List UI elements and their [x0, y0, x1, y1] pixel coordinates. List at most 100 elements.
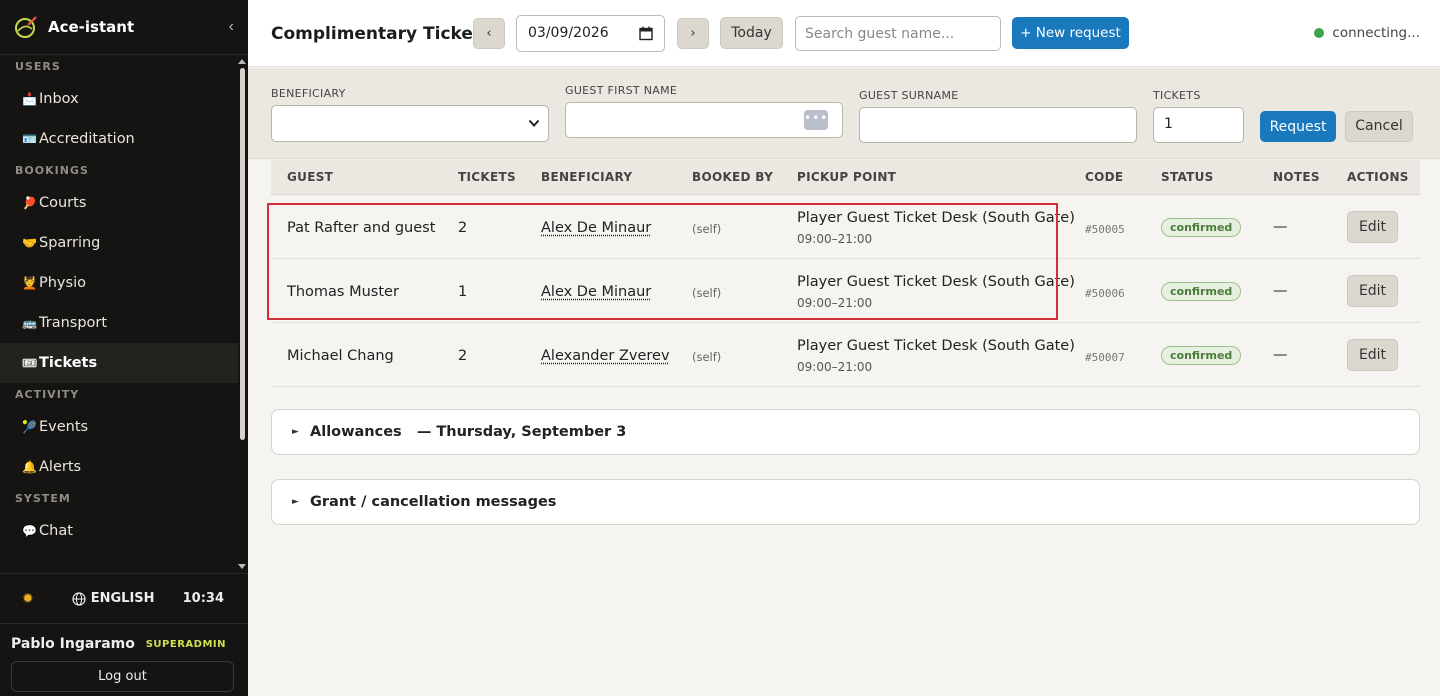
section-activity: ACTIVITY — [15, 388, 80, 401]
guest-first-name-input[interactable]: ••• — [565, 102, 843, 138]
language-selector[interactable]: ENGLISH — [72, 591, 155, 606]
calendar-icon[interactable] — [639, 26, 653, 41]
sidebar-item-transport[interactable]: 🚌 Transport — [0, 303, 238, 343]
scroll-up-icon[interactable] — [238, 59, 246, 64]
ticket-icon: 🎟 — [21, 356, 38, 370]
guest-search-input[interactable] — [795, 16, 1001, 51]
sidebar-item-label: Sparring — [39, 235, 101, 251]
clock: 10:34 — [182, 591, 224, 606]
col-status: STATUS — [1161, 170, 1214, 184]
edit-button[interactable]: Edit — [1347, 339, 1398, 371]
inbox-icon: 📩 — [22, 92, 37, 106]
tickets-table: GUEST TICKETS BENEFICIARY BOOKED BY PICK… — [271, 160, 1420, 387]
allowances-panel[interactable]: ► Allowances — Thursday, September 3 — [271, 409, 1420, 455]
top-bar: Complimentary Tickets ‹ 03/09/2026 › Tod… — [248, 0, 1440, 67]
table-header: GUEST TICKETS BENEFICIARY BOOKED BY PICK… — [271, 160, 1420, 195]
guest-surname-label: GUEST SURNAME — [859, 89, 959, 102]
status-dot-icon — [1314, 28, 1325, 38]
ticket-count: 2 — [458, 348, 468, 364]
page-title: Complimentary Tickets — [271, 24, 492, 44]
section-system: SYSTEM — [15, 492, 71, 505]
section-bookings: BOOKINGS — [15, 164, 89, 177]
beneficiary-link[interactable]: Alexander Zverev — [541, 348, 670, 364]
theme-toggle-icon[interactable]: ✹ — [22, 591, 34, 607]
messages-panel[interactable]: ► Grant / cancellation messages — [271, 479, 1420, 525]
pickup-hours: 09:00–21:00 — [797, 232, 873, 246]
logo-icon — [15, 16, 37, 38]
pickup-point: Player Guest Ticket Desk (South Gate) — [797, 274, 1075, 290]
sidebar-item-sparring[interactable]: 🤝 Sparring — [0, 223, 238, 263]
collapse-sidebar-icon[interactable]: ‹ — [229, 18, 234, 36]
sidebar-item-label: Alerts — [39, 459, 82, 475]
booking-code: #50007 — [1085, 351, 1125, 364]
connection-status: connecting... — [1314, 25, 1420, 41]
password-manager-icon[interactable]: ••• — [804, 110, 828, 130]
scrollbar-thumb[interactable] — [240, 68, 245, 440]
sidebar-item-inbox[interactable]: 📩 Inbox — [0, 79, 238, 119]
edit-button[interactable]: Edit — [1347, 275, 1398, 307]
table-row: Pat Rafter and guest 2 Alex De Minaur (s… — [271, 195, 1420, 259]
guest-name: Pat Rafter and guest — [287, 220, 436, 236]
user-name: Pablo Ingaramo — [11, 636, 135, 652]
pickup-point: Player Guest Ticket Desk (South Gate) — [797, 210, 1075, 226]
sidebar: Ace-istant ‹ USERS 📩 Inbox 🪪 Accreditation… — [0, 0, 248, 696]
next-day-button[interactable]: › — [677, 18, 709, 49]
sidebar-item-courts[interactable]: 🏓 Courts — [0, 183, 238, 223]
app-title: Ace-istant — [48, 18, 135, 36]
sidebar-nav: USERS 📩 Inbox 🪪 Accreditation BOOKINGS 🏓 Co… — [0, 55, 248, 573]
date-value: 03/09/2026 — [528, 25, 609, 41]
beneficiary-label: BENEFICIARY — [271, 87, 346, 100]
massage-icon: 💆 — [22, 276, 37, 290]
date-picker[interactable]: 03/09/2026 — [516, 15, 665, 52]
status-badge: confirmed — [1161, 282, 1242, 301]
cancel-button[interactable]: Cancel — [1345, 111, 1413, 142]
scroll-down-icon[interactable] — [238, 564, 246, 569]
logout-button[interactable]: Log out — [11, 661, 234, 692]
messages-title: Grant / cancellation messages — [310, 494, 557, 510]
ticket-count: 1 — [458, 284, 468, 300]
status-badge: confirmed — [1161, 218, 1242, 237]
tickets-input[interactable]: 1 — [1153, 107, 1244, 143]
sidebar-footer: ✹ ENGLISH 10:34 — [0, 573, 248, 623]
today-button[interactable]: Today — [720, 17, 783, 49]
beneficiary-select[interactable] — [271, 105, 549, 142]
notes: — — [1273, 347, 1288, 363]
new-request-button[interactable]: + New request — [1012, 17, 1129, 49]
chat-icon: 💬 — [22, 524, 37, 538]
col-code: CODE — [1085, 170, 1124, 184]
status-badge: confirmed — [1161, 346, 1242, 365]
expand-triangle-icon: ► — [292, 427, 299, 437]
col-beneficiary: BENEFICIARY — [541, 170, 633, 184]
col-tickets: TICKETS — [458, 170, 516, 184]
user-role-badge: SUPERADMIN — [145, 639, 226, 650]
booked-by: (self) — [692, 350, 722, 364]
tennis-ball-icon: 🎾 — [22, 420, 37, 434]
sidebar-item-tickets[interactable]: 🎟 Tickets — [0, 343, 238, 383]
sidebar-item-events[interactable]: 🎾 Events — [0, 407, 238, 447]
prev-day-button[interactable]: ‹ — [473, 18, 505, 49]
edit-button[interactable]: Edit — [1347, 211, 1398, 243]
sidebar-item-accreditation[interactable]: 🪪 Accreditation — [0, 119, 238, 159]
beneficiary-link[interactable]: Alex De Minaur — [541, 220, 651, 236]
sidebar-item-alerts[interactable]: 🔔 Alerts — [0, 447, 238, 487]
guest-surname-input[interactable] — [859, 107, 1137, 143]
notes: — — [1273, 283, 1288, 299]
handshake-icon: 🤝 — [22, 236, 37, 250]
table-row: Michael Chang 2 Alexander Zverev (self) … — [271, 323, 1420, 387]
connection-status-text: connecting... — [1332, 25, 1420, 41]
request-button[interactable]: Request — [1260, 111, 1336, 142]
sidebar-item-label: Events — [39, 419, 89, 435]
user-panel: Pablo Ingaramo SUPERADMIN Log out — [0, 623, 248, 696]
sidebar-item-chat[interactable]: 💬 Chat — [0, 511, 238, 551]
sidebar-item-label: Physio — [39, 275, 86, 291]
sidebar-item-physio[interactable]: 💆 Physio — [0, 263, 238, 303]
booking-code: #50006 — [1085, 287, 1125, 300]
sidebar-item-label: Accreditation — [39, 131, 135, 147]
col-actions: ACTIONS — [1347, 170, 1409, 184]
beneficiary-link[interactable]: Alex De Minaur — [541, 284, 651, 300]
sidebar-item-label: Courts — [39, 195, 87, 211]
sidebar-item-label: Tickets — [39, 355, 98, 371]
language-label: ENGLISH — [90, 591, 155, 606]
pickup-hours: 09:00–21:00 — [797, 360, 873, 374]
chevron-down-icon — [528, 119, 540, 127]
